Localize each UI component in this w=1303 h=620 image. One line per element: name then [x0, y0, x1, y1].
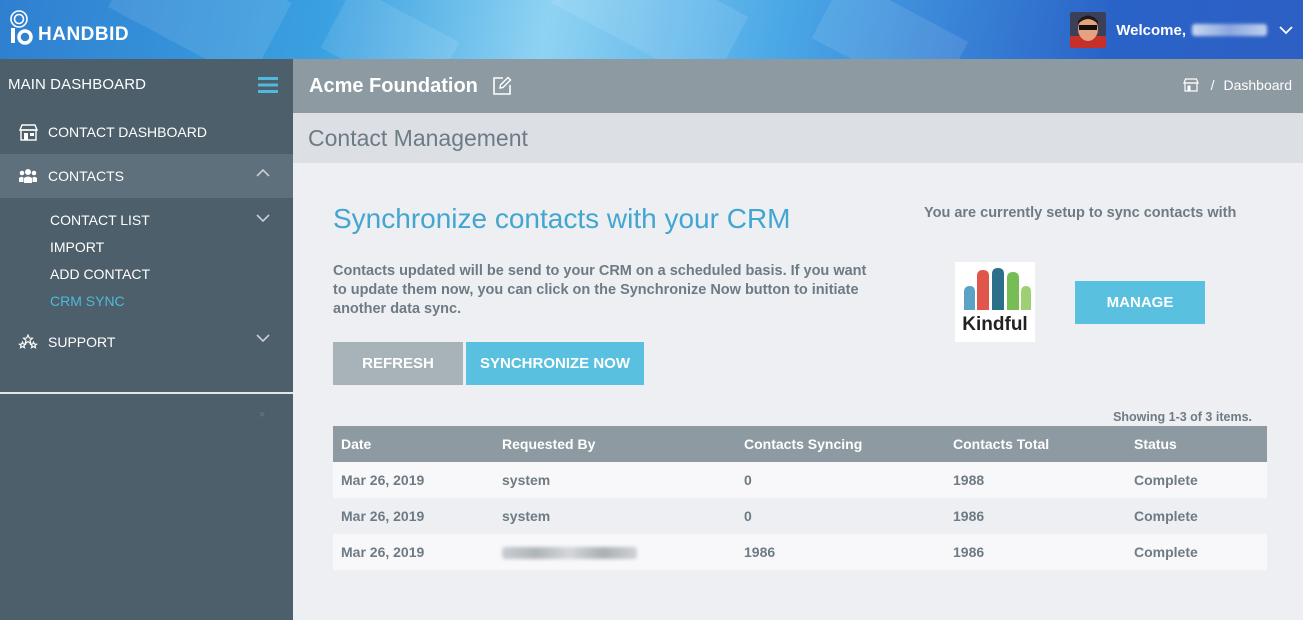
sidebar-subitem-label: CRM SYNC: [50, 292, 125, 309]
section-title: Contact Management: [308, 124, 528, 151]
sidebar: MAIN DASHBOARD CONTACT DASHBOARD CONTACT…: [0, 59, 293, 620]
sidebar-item-label: CONTACT DASHBOARD: [48, 124, 207, 140]
avatar-icon: [1070, 12, 1107, 48]
contacts-submenu: CONTACT LIST IMPORT ADD CONTACT CRM SYNC: [0, 198, 293, 320]
cell-contacts-total: 1988: [953, 472, 985, 488]
sidebar-item-contacts[interactable]: CONTACTS: [0, 154, 293, 198]
cell-contacts-syncing: 0: [744, 472, 752, 488]
sidebar-subitem-label: CONTACT LIST: [50, 211, 150, 228]
banner-decoration: [551, 0, 749, 59]
crm-name: Kindful: [962, 314, 1028, 335]
sidebar-subitem-contact-list[interactable]: CONTACT LIST: [0, 206, 293, 233]
column-header-status[interactable]: Status: [1134, 436, 1267, 452]
chevron-down-icon[interactable]: [256, 334, 270, 343]
table-header: Date Requested By Contacts Syncing Conta…: [333, 426, 1267, 462]
redacted-requester: [502, 547, 637, 560]
welcome-label: Welcome,: [1116, 21, 1186, 39]
brand-logo[interactable]: HANDBID: [8, 10, 129, 46]
sync-title: Synchronize contacts with your CRM: [333, 203, 791, 234]
cell-date: Mar 26, 2019: [341, 508, 425, 524]
section-header: Contact Management: [293, 113, 1303, 163]
breadcrumb-current[interactable]: Dashboard: [1224, 77, 1293, 93]
kindful-logo-icon: [964, 268, 1031, 310]
cell-requested-by: [502, 544, 744, 560]
cell-requested-by: system: [502, 472, 551, 488]
sidebar-subitem-add-contact[interactable]: ADD CONTACT: [0, 260, 293, 287]
sidebar-subitem-crm-sync[interactable]: CRM SYNC: [0, 287, 293, 314]
column-header-contacts-syncing[interactable]: Contacts Syncing: [744, 436, 953, 452]
crm-setup-text: You are currently setup to sync contacts…: [924, 205, 1237, 221]
user-menu[interactable]: Welcome,: [1070, 12, 1293, 48]
cell-status: Complete: [1134, 544, 1198, 560]
sidebar-title: MAIN DASHBOARD: [8, 76, 147, 93]
edit-icon: [493, 76, 512, 95]
sidebar-header: MAIN DASHBOARD: [0, 59, 293, 110]
sidebar-item-support[interactable]: SUPPORT: [0, 320, 293, 364]
close-icon[interactable]: ×: [259, 409, 265, 421]
column-header-requested-by[interactable]: Requested By: [502, 436, 744, 452]
cell-contacts-syncing: 0: [744, 508, 752, 524]
breadcrumb-separator: /: [1210, 77, 1215, 93]
avatar[interactable]: [1070, 12, 1107, 48]
column-header-contacts-total[interactable]: Contacts Total: [953, 436, 1134, 452]
breadcrumb: / Dashboard: [1182, 77, 1293, 93]
banner-decoration: [108, 0, 292, 59]
refresh-button[interactable]: REFRESH: [333, 342, 463, 385]
manage-button[interactable]: MANAGE: [1075, 281, 1205, 324]
page-header: Acme Foundation / Dashboard: [293, 59, 1303, 113]
storefront-icon: [18, 123, 38, 141]
hamburger-menu-icon[interactable]: [258, 76, 278, 93]
sync-history-table: Date Requested By Contacts Syncing Conta…: [333, 426, 1267, 570]
chevron-down-icon[interactable]: [1279, 25, 1293, 35]
chevron-up-icon[interactable]: [256, 168, 270, 177]
cell-contacts-total: 1986: [953, 544, 985, 560]
sidebar-item-label: CONTACTS: [48, 168, 124, 184]
sidebar-subitem-label: IMPORT: [50, 238, 105, 255]
table-row: Mar 26, 2019 1986 1986 Complete: [333, 534, 1267, 570]
table-row: Mar 26, 2019 system 0 1988 Complete: [333, 462, 1267, 498]
cell-requested-by: system: [502, 508, 551, 524]
cell-status: Complete: [1134, 472, 1198, 488]
storefront-icon[interactable]: [1182, 78, 1199, 92]
redacted-username: [1192, 24, 1267, 36]
sidebar-subitem-label: ADD CONTACT: [50, 265, 151, 282]
edit-org-button[interactable]: [492, 76, 512, 96]
chevron-down-icon[interactable]: [256, 214, 270, 223]
banner-decoration: [811, 0, 969, 59]
handbid-logo-icon: [10, 10, 33, 45]
kindful-logo: Kindful: [955, 262, 1035, 342]
banner-decoration: [320, 0, 460, 59]
sidebar-divider: [0, 392, 293, 394]
sidebar-item-label: SUPPORT: [48, 334, 116, 350]
cell-status: Complete: [1134, 508, 1198, 524]
org-name: Acme Foundation: [309, 74, 478, 97]
sync-description: Contacts updated will be send to your CR…: [333, 263, 867, 317]
table-row: Mar 26, 2019 system 0 1986 Complete: [333, 498, 1267, 534]
brand-name: HANDBID: [38, 24, 130, 45]
table-summary: Showing 1-3 of 3 items.: [1113, 410, 1252, 424]
sidebar-item-contact-dashboard[interactable]: CONTACT DASHBOARD: [0, 110, 293, 154]
cell-contacts-syncing: 1986: [744, 544, 776, 560]
column-header-date[interactable]: Date: [333, 436, 502, 452]
support-icon: [18, 333, 38, 349]
cell-contacts-total: 1986: [953, 508, 985, 524]
cell-date: Mar 26, 2019: [341, 544, 425, 560]
synchronize-now-button[interactable]: SYNCHRONIZE NOW: [466, 342, 644, 385]
sidebar-subitem-import[interactable]: IMPORT: [0, 233, 293, 260]
group-icon: [19, 169, 37, 183]
cell-date: Mar 26, 2019: [341, 472, 425, 488]
top-banner: HANDBID Welcome,: [0, 0, 1303, 59]
